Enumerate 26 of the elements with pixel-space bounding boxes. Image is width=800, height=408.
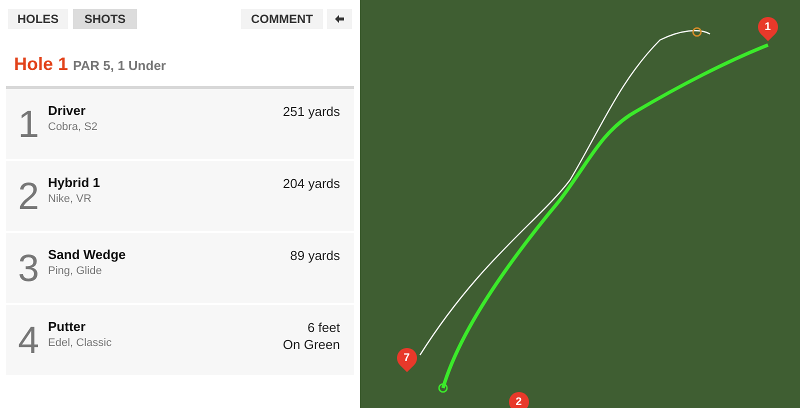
club-model: Cobra, S2 <box>48 120 99 135</box>
club-model: Ping, Glide <box>48 264 103 279</box>
shot-distance: On Green <box>282 336 340 353</box>
club-name: Putter <box>48 319 87 335</box>
club-name: Sand Wedge <box>48 247 127 263</box>
back-button[interactable] <box>327 9 352 29</box>
hole-title: Hole 1 <box>14 53 68 76</box>
ball-marker <box>438 383 448 393</box>
hole-summary: PAR 5, 1 Under <box>73 57 166 75</box>
tab[interactable]: HOLES <box>8 9 68 29</box>
club-name: Driver <box>48 103 87 119</box>
tab[interactable]: SHOTS <box>73 9 137 29</box>
club-model: Edel, Classic <box>48 336 113 351</box>
shot-number: 3 <box>18 249 40 289</box>
club-name: Hybrid 1 <box>48 175 102 191</box>
shot-distance: 204 yards <box>282 175 340 192</box>
shot-number: 2 <box>18 177 40 217</box>
shot-number: 4 <box>18 321 40 361</box>
flag-marker <box>692 27 702 37</box>
shot-number: 1 <box>18 105 40 145</box>
shot-distance: 6 feet <box>307 319 340 336</box>
club-model: Nike, VR <box>48 192 92 207</box>
comment-button[interactable]: COMMENT <box>241 9 323 29</box>
shot-distance: 89 yards <box>290 247 340 264</box>
shot-distance: 251 yards <box>282 103 340 120</box>
arrow-left-icon <box>335 15 344 23</box>
